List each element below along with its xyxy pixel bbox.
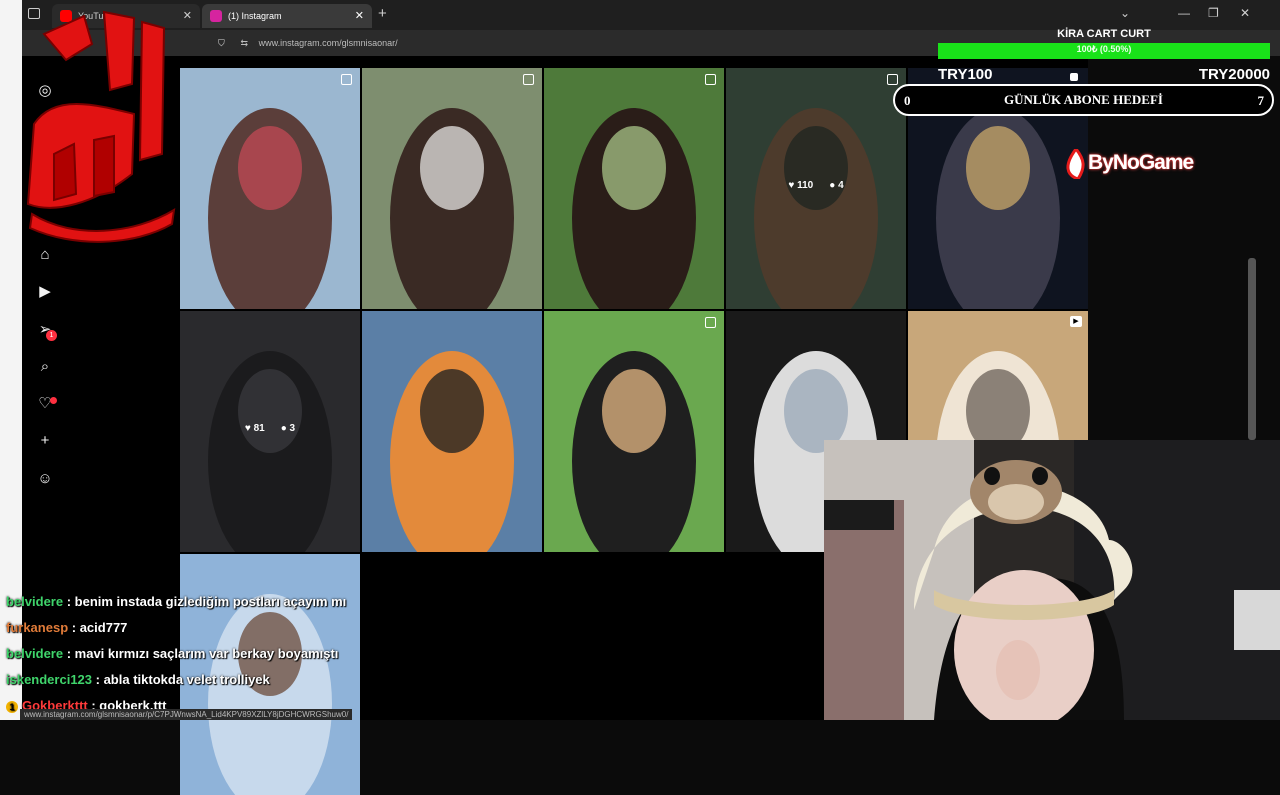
site-info-icon[interactable]: ⛉ — [218, 33, 230, 53]
search-icon[interactable]: ⌕ — [36, 358, 54, 376]
close-tab-icon[interactable]: ✕ — [355, 4, 364, 28]
carousel-icon — [705, 317, 716, 328]
chat-text: benim instada gizlediğim postları açayım… — [74, 594, 347, 609]
carousel-icon — [705, 74, 716, 85]
sponsor-logo: ByNoGame — [1064, 146, 1224, 180]
chat-message: belvidere : mavi kırmızı saçlarım var be… — [6, 646, 339, 661]
chat-badge: 1 — [6, 701, 18, 713]
minimize-icon[interactable]: — — [1178, 6, 1190, 20]
donation-marker — [1070, 73, 1078, 81]
comments-value: 3 — [289, 423, 296, 434]
comment-count: ● 3 — [280, 423, 296, 434]
goal-target: 7 — [1257, 93, 1265, 108]
post-thumbnail[interactable] — [544, 68, 724, 309]
post-image — [362, 311, 542, 552]
comment-count: ● 4 — [829, 180, 844, 191]
notification-dot — [50, 397, 57, 404]
profile-icon[interactable]: ☺ — [36, 470, 54, 488]
chat-username[interactable]: furkanesp — [6, 620, 68, 635]
carousel-icon — [523, 74, 534, 85]
flame-icon — [1066, 149, 1085, 179]
instagram-favicon-icon — [210, 10, 222, 22]
carousel-icon — [341, 74, 352, 85]
donation-max: TRY20000 — [1198, 66, 1270, 83]
post-image — [544, 68, 724, 309]
post-image — [544, 311, 724, 552]
restore-icon[interactable]: ❐ — [1208, 6, 1219, 20]
post-thumbnail[interactable] — [180, 68, 360, 309]
chat-username[interactable]: belvidere — [6, 646, 63, 661]
reels-icon[interactable]: ▶ — [36, 283, 54, 301]
donation-progress-bar: 100₺ (0.50%) — [938, 43, 1270, 59]
chat-username[interactable]: iskenderci123 — [6, 672, 92, 687]
home-icon[interactable]: ⌂ — [36, 246, 54, 264]
comments-value: 4 — [838, 180, 844, 191]
post-thumbnail[interactable]: ♥ 81 ● 3 — [180, 311, 360, 552]
likes-value: 110 — [797, 180, 814, 191]
like-count: ♥ 110 — [788, 180, 814, 191]
reel-icon: ▶ — [1070, 316, 1082, 327]
link-status-url: www.instagram.com/glsmnisaonar/p/C7PJWnw… — [20, 709, 353, 720]
chat-username[interactable]: belvidere — [6, 594, 63, 609]
sponsor-name: ByNoGame — [1088, 151, 1194, 174]
post-thumbnail[interactable] — [362, 311, 542, 552]
chat-message: furkanesp : acid777 — [6, 620, 128, 635]
chat-text: acid777 — [79, 620, 128, 635]
page-scrollbar[interactable] — [1248, 258, 1256, 440]
messages-badge: 1 — [46, 330, 57, 341]
donation-percent: 100₺ (0.50%) — [1076, 44, 1132, 54]
chat-text: abla tiktokda velet trolliyek — [103, 672, 270, 687]
close-tab-icon[interactable]: ✕ — [183, 4, 192, 28]
chat-message: iskenderci123 : abla tiktokda velet trol… — [6, 672, 270, 687]
carousel-icon — [887, 74, 898, 85]
close-window-icon[interactable]: ✕ — [1240, 6, 1250, 20]
post-stats: ♥ 81 ● 3 — [180, 423, 360, 434]
new-tab-icon[interactable]: + — [378, 5, 387, 22]
post-thumbnail[interactable] — [362, 68, 542, 309]
chat-text: mavi kırmızı saçlarım var berkay boyamış… — [74, 646, 339, 661]
calligraphy-logo-overlay — [26, 10, 176, 243]
donation-title: KİRA CART CURT — [1057, 28, 1151, 40]
tab-search-chevron-icon[interactable]: ⌄ — [1120, 6, 1130, 20]
post-thumbnail[interactable] — [544, 311, 724, 552]
post-image — [362, 68, 542, 309]
stream-chat: belvidere : benim instada gizlediğim pos… — [0, 590, 530, 720]
url-field[interactable]: ⛉ ⇆ www.instagram.com/glsmnisaonar/ — [218, 33, 918, 53]
webcam-feed — [824, 440, 1280, 720]
tab-label: (1) Instagram — [228, 11, 282, 21]
donation-min: TRY100 — [938, 66, 993, 83]
post-stats: ♥ 110 ● 4 — [726, 180, 906, 191]
tab-instagram[interactable]: (1) Instagram ✕ — [202, 4, 372, 28]
page-settings-icon[interactable]: ⇆ — [241, 38, 249, 48]
post-thumbnail[interactable]: ♥ 110 ● 4 — [726, 68, 906, 309]
create-icon[interactable]: + — [36, 432, 54, 450]
subscriber-goal-widget: 0 GÜNLÜK ABONE HEDEFİ 7 — [893, 84, 1274, 116]
browser-tab-bar: YouTube ✕ (1) Instagram ✕ + ⌄ — ❐ ✕ — [22, 0, 1280, 30]
url-text: www.instagram.com/glsmnisaonar/ — [258, 38, 398, 48]
likes-value: 81 — [253, 423, 265, 434]
goal-label: GÜNLÜK ABONE HEDEFİ — [1004, 92, 1163, 107]
chat-message: belvidere : benim instada gizlediğim pos… — [6, 594, 347, 609]
like-count: ♥ 81 — [244, 423, 265, 434]
post-image — [180, 68, 360, 309]
